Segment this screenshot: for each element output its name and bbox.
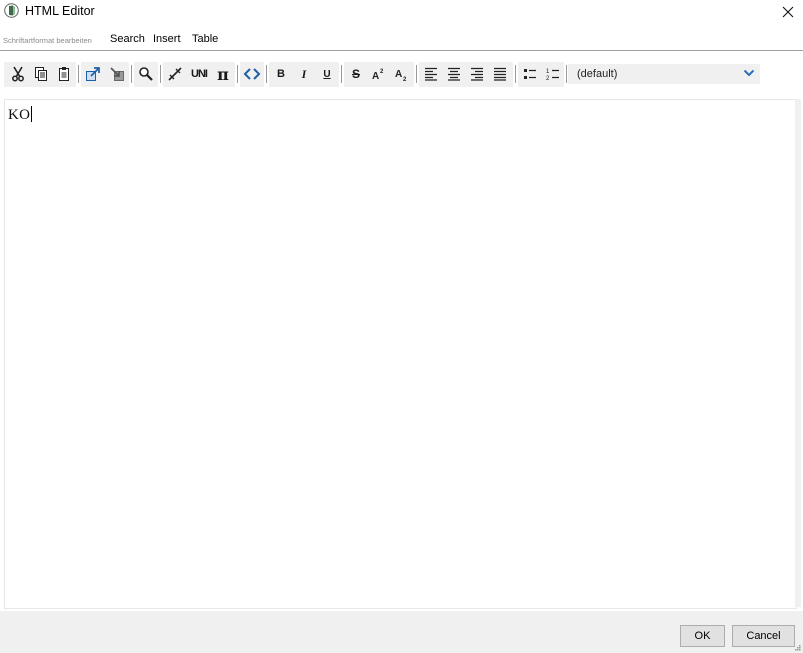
superscript-button[interactable]: A 2 (369, 64, 389, 84)
font-select[interactable]: (default) (568, 64, 760, 84)
text-style-group: B I U (269, 62, 339, 87)
align-left-icon (425, 67, 437, 81)
cancel-button[interactable]: Cancel (732, 625, 795, 647)
svg-text:2: 2 (546, 76, 550, 81)
bold-button[interactable]: B (271, 64, 291, 84)
justify-button[interactable] (490, 64, 510, 84)
pi-icon: π (217, 64, 229, 84)
insert-group: UNI π (163, 62, 235, 87)
scissors-icon (12, 66, 24, 82)
close-button[interactable] (773, 0, 803, 24)
align-right-icon (471, 67, 483, 81)
editor-content: KO (8, 106, 33, 123)
window-title: HTML Editor (25, 4, 95, 18)
dialog-footer: OK Cancel (0, 611, 803, 653)
undo-icon (86, 67, 100, 81)
italic-button[interactable]: I (294, 64, 314, 84)
menu-table[interactable]: Table (192, 33, 218, 45)
link-icon (168, 67, 182, 81)
redo-icon (110, 67, 124, 81)
find-group (134, 62, 158, 87)
italic-icon: I (301, 66, 307, 81)
toolbar-separator (78, 65, 79, 83)
toolbar-separator (266, 65, 267, 83)
redo-button[interactable] (107, 64, 127, 84)
hyperlink-button[interactable] (165, 64, 185, 84)
copy-button[interactable] (31, 64, 51, 84)
paste-button[interactable] (54, 64, 74, 84)
code-icon (243, 68, 261, 80)
numbered-list-icon: 1 2 (546, 69, 559, 81)
toolbar-separator (566, 65, 567, 83)
toolbar-separator (515, 65, 516, 83)
text-caret (31, 106, 33, 122)
alignment-group (419, 62, 513, 87)
align-right-button[interactable] (467, 64, 487, 84)
bullet-list-icon (524, 69, 536, 79)
copy-icon (35, 67, 47, 81)
html-editor-area[interactable]: KO (4, 99, 797, 609)
app-icon (4, 3, 19, 18)
unicode-icon: UNI (191, 68, 208, 80)
close-icon (782, 6, 794, 18)
font-select-value: (default) (577, 68, 618, 80)
history-group (81, 62, 129, 87)
menu-bar: Schriftartformat bearbeiten Search Inser… (0, 30, 803, 51)
toolbar-separator (237, 65, 238, 83)
unicode-char-button[interactable]: UNI (189, 64, 209, 84)
magnifier-icon (139, 67, 153, 81)
bold-icon: B (277, 68, 285, 80)
toolbar-separator (341, 65, 342, 83)
toolbar-separator (160, 65, 161, 83)
menu-insert[interactable]: Insert (153, 33, 181, 45)
menu-search[interactable]: Search (110, 33, 145, 45)
title-bar: HTML Editor (0, 0, 803, 24)
underline-icon: U (323, 68, 331, 80)
script-group: S A 2 A 2 (344, 62, 414, 87)
list-group: 1 2 (518, 62, 564, 87)
chevron-down-icon (743, 69, 755, 77)
justify-icon (494, 67, 506, 81)
resize-grip-icon[interactable] (795, 645, 801, 651)
svg-text:1: 1 (546, 69, 550, 75)
strikethrough-button[interactable]: S (346, 64, 366, 84)
source-code-button[interactable] (242, 64, 262, 84)
vertical-scrollbar[interactable] (795, 99, 801, 607)
undo-button[interactable] (83, 64, 103, 84)
numbered-list-button[interactable]: 1 2 (543, 64, 563, 84)
svg-text:A: A (372, 71, 379, 82)
align-left-button[interactable] (421, 64, 441, 84)
underline-button[interactable]: U (317, 64, 337, 84)
toolbar-separator (416, 65, 417, 83)
subscript-button[interactable]: A 2 (392, 64, 412, 84)
insert-symbol-button[interactable]: π (213, 64, 233, 84)
strikethrough-icon: S (351, 67, 360, 81)
paste-icon (59, 67, 69, 81)
ok-button[interactable]: OK (680, 625, 725, 647)
edit-group (4, 62, 76, 87)
find-button[interactable] (136, 64, 156, 84)
align-center-icon (448, 67, 460, 81)
subscript-icon: A 2 (395, 69, 407, 82)
bullet-list-button[interactable] (520, 64, 540, 84)
superscript-icon: A 2 (372, 69, 384, 82)
svg-text:2: 2 (403, 77, 407, 82)
cut-button[interactable] (8, 64, 28, 84)
source-group (240, 62, 264, 87)
toolbar-separator (131, 65, 132, 83)
svg-text:A: A (395, 69, 402, 80)
align-center-button[interactable] (444, 64, 464, 84)
menu-format: Schriftartformat bearbeiten (3, 36, 92, 45)
svg-text:2: 2 (380, 69, 384, 75)
